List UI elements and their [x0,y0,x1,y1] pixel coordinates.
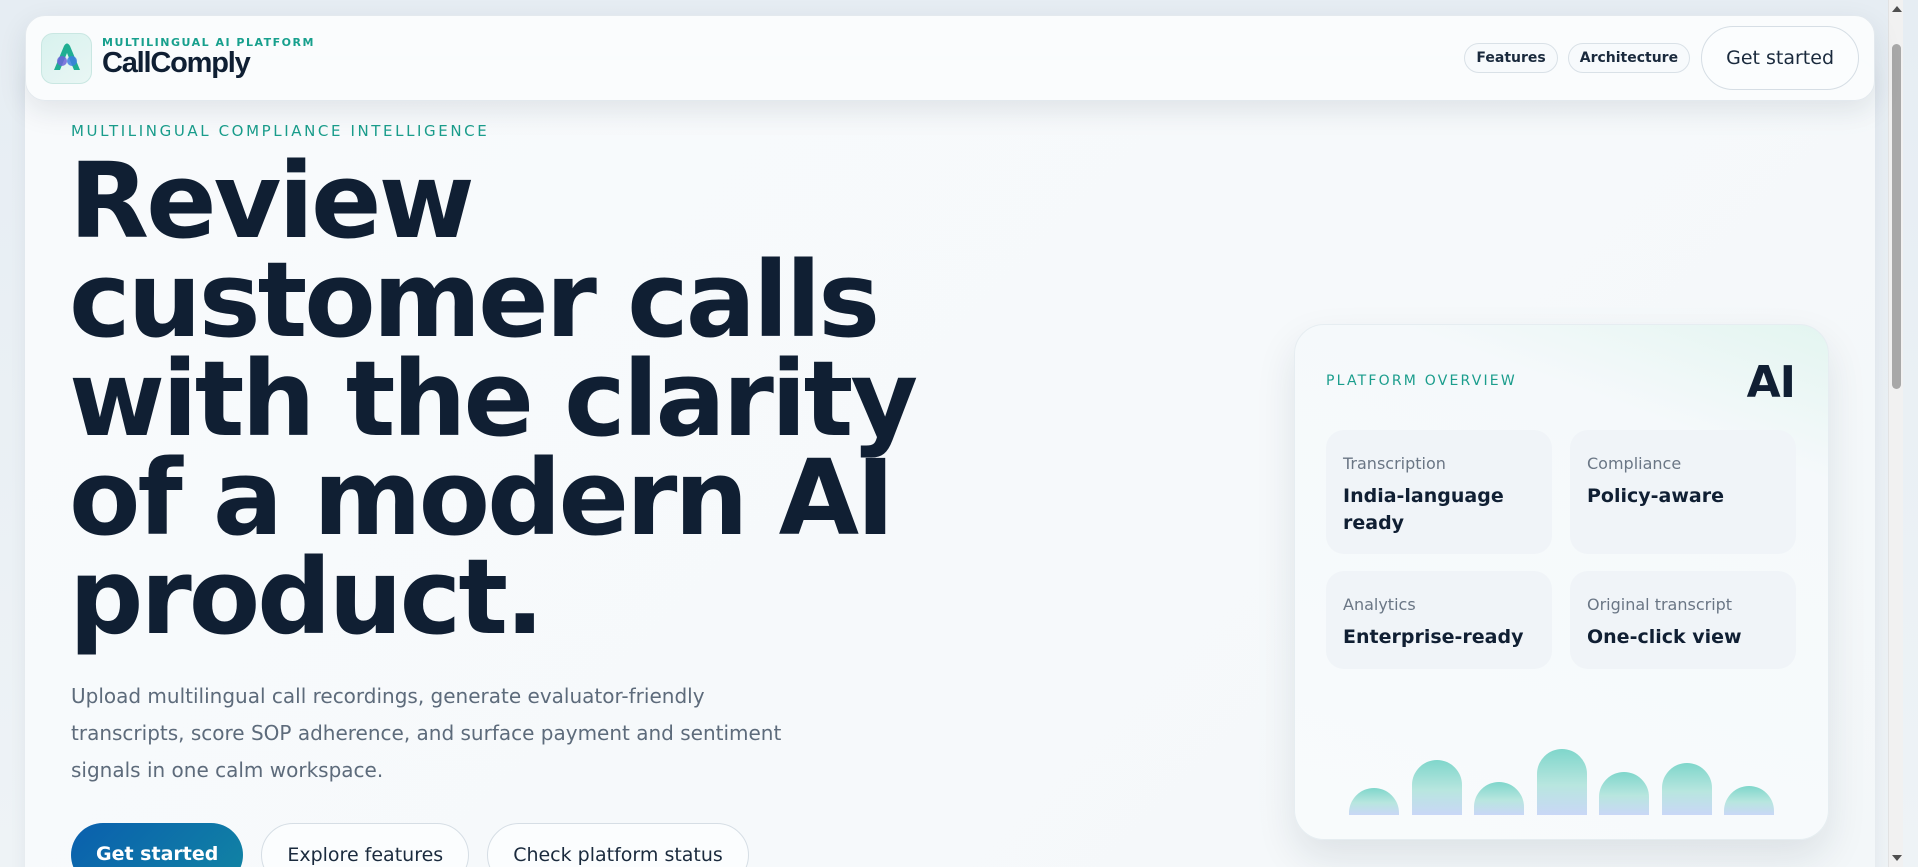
activity-bars [1349,720,1789,815]
nav-architecture-link[interactable]: Architecture [1567,43,1691,73]
activity-bar [1599,772,1649,815]
tile-value: Enterprise-ready [1343,626,1524,648]
activity-bar [1661,763,1712,815]
check-status-button[interactable]: Check platform status [487,823,749,867]
hero-eyebrow: MULTILINGUAL COMPLIANCE INTELLIGENCE [71,122,490,140]
hero-headline: Review customer calls with the clarity o… [69,140,918,658]
platform-overview-card: PLATFORM OVERVIEW AI Transcription India… [1294,324,1829,840]
tile-label: Transcription [1343,454,1446,473]
top-navbar: MULTILINGUAL AI PLATFORM CallComply Feat… [25,15,1875,101]
ai-badge: AI [1746,357,1796,408]
tile-value: India-language ready [1343,485,1504,534]
activity-bar [1349,788,1399,815]
brand-name: CallComply [102,47,251,79]
hero-cta-group: Get started Explore features Check platf… [71,823,749,867]
tile-value: Policy-aware [1587,485,1724,507]
tile-compliance: Compliance Policy-aware [1570,430,1796,554]
scroll-up-arrow-icon[interactable] [1892,6,1902,12]
overview-eyebrow: PLATFORM OVERVIEW [1326,373,1517,389]
tile-value: One-click view [1587,626,1742,648]
tile-analytics: Analytics Enterprise-ready [1326,571,1552,669]
page-scrollbar[interactable] [1888,0,1903,867]
tile-label: Analytics [1343,595,1416,614]
scroll-thumb[interactable] [1892,44,1901,389]
brand[interactable]: MULTILINGUAL AI PLATFORM CallComply [41,32,315,84]
activity-bar [1724,786,1774,815]
page: MULTILINGUAL AI PLATFORM CallComply Feat… [0,0,1903,867]
tile-label: Original transcript [1587,595,1733,614]
logo-icon [41,32,92,84]
main-nav: Features Architecture Get started [1464,26,1859,90]
tile-transcription: Transcription India-language ready [1326,430,1552,554]
tile-label: Compliance [1587,454,1682,473]
hero-subcopy: Upload multilingual call recordings, gen… [71,684,782,782]
activity-bar [1411,760,1462,815]
header-get-started-button[interactable]: Get started [1701,26,1859,90]
nav-features-link[interactable]: Features [1464,43,1558,73]
explore-features-button[interactable]: Explore features [261,823,470,867]
get-started-button[interactable]: Get started [71,823,244,867]
activity-bar [1474,782,1524,815]
tile-original-transcript: Original transcript One-click view [1570,571,1796,669]
scroll-down-arrow-icon[interactable] [1892,855,1902,861]
activity-bar [1536,749,1587,815]
